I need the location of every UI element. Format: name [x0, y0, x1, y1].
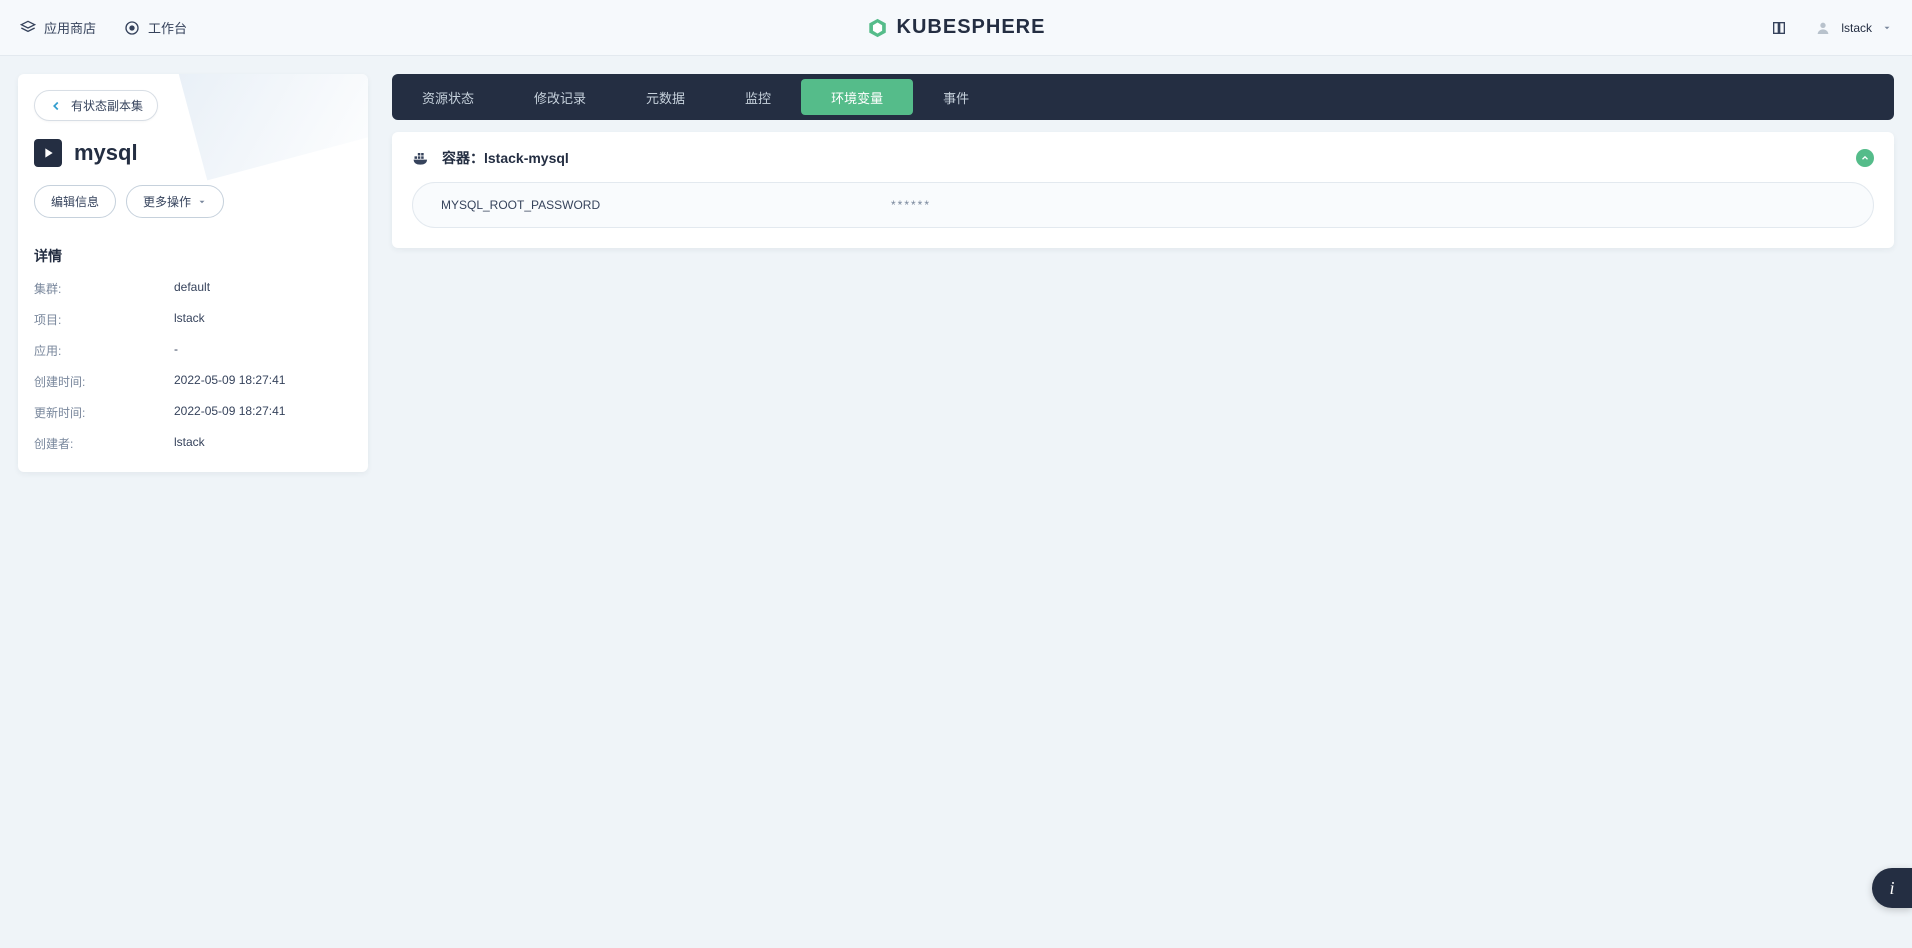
detail-value: default [174, 280, 210, 297]
resource-title: mysql [74, 140, 138, 166]
tab-5[interactable]: 事件 [913, 74, 999, 120]
nav-app-store-label: 应用商店 [44, 18, 96, 37]
detail-key: 更新时间: [34, 404, 174, 421]
app-store-icon [20, 20, 36, 36]
tab-bar: 资源状态修改记录元数据监控环境变量事件 [392, 74, 1894, 120]
content-area: 有状态副本集 mysql 编辑信息 更多操作 详情 集群:default项目:l… [0, 56, 1912, 490]
tab-2[interactable]: 元数据 [616, 74, 715, 120]
env-card-title-prefix: 容器： [442, 150, 484, 166]
detail-key: 集群: [34, 280, 174, 297]
env-key: MYSQL_ROOT_PASSWORD [441, 198, 891, 212]
detail-value: lstack [174, 435, 205, 452]
env-list: MYSQL_ROOT_PASSWORD****** [412, 182, 1874, 228]
collapse-toggle[interactable] [1856, 149, 1874, 167]
workbench-icon [124, 20, 140, 36]
help-fab[interactable]: i [1872, 868, 1912, 908]
env-card: 容器：lstack-mysql MYSQL_ROOT_PASSWORD*****… [392, 132, 1894, 248]
breadcrumb-label: 有状态副本集 [71, 97, 143, 114]
action-row: 编辑信息 更多操作 [34, 185, 352, 218]
detail-row: 创建时间:2022-05-09 18:27:41 [34, 373, 352, 390]
detail-row: 集群:default [34, 280, 352, 297]
chevron-down-icon [1882, 23, 1892, 33]
nav-app-store[interactable]: 应用商店 [20, 18, 96, 37]
header-right: lstack [1771, 20, 1892, 36]
brand-name: KUBESPHERE [897, 16, 1046, 39]
nav-workbench-label: 工作台 [148, 18, 187, 37]
nav-workbench[interactable]: 工作台 [124, 18, 187, 37]
details-list: 集群:default项目:lstack应用:-创建时间:2022-05-09 1… [34, 280, 352, 452]
detail-value: 2022-05-09 18:27:41 [174, 404, 285, 421]
detail-key: 项目: [34, 311, 174, 328]
env-card-container-name: lstack-mysql [484, 150, 569, 166]
edit-info-label: 编辑信息 [51, 193, 99, 210]
detail-value: lstack [174, 311, 205, 328]
env-card-header: 容器：lstack-mysql [412, 148, 1874, 168]
resource-type-icon [34, 139, 62, 167]
more-actions-label: 更多操作 [143, 193, 191, 210]
chevron-up-icon [1860, 153, 1870, 163]
chevron-down-icon [197, 197, 207, 207]
detail-key: 应用: [34, 342, 174, 359]
help-fab-label: i [1889, 878, 1894, 899]
detail-key: 创建者: [34, 435, 174, 452]
detail-row: 创建者:lstack [34, 435, 352, 452]
header-left: 应用商店 工作台 [20, 18, 187, 37]
user-menu[interactable]: lstack [1815, 20, 1892, 36]
tab-1[interactable]: 修改记录 [504, 74, 616, 120]
env-row: MYSQL_ROOT_PASSWORD****** [412, 182, 1874, 228]
env-card-title: 容器：lstack-mysql [442, 148, 569, 168]
username-label: lstack [1841, 21, 1872, 35]
details-heading: 详情 [34, 246, 352, 266]
notification-icon[interactable] [1771, 20, 1787, 36]
detail-row: 项目:lstack [34, 311, 352, 328]
more-actions-button[interactable]: 更多操作 [126, 185, 224, 218]
tab-0[interactable]: 资源状态 [392, 74, 504, 120]
global-header: 应用商店 工作台 KUBESPHERE lstack [0, 0, 1912, 56]
back-arrow-icon [49, 99, 63, 113]
user-avatar-icon [1815, 20, 1831, 36]
detail-value: 2022-05-09 18:27:41 [174, 373, 285, 390]
detail-value: - [174, 342, 178, 359]
resource-title-row: mysql [34, 139, 352, 167]
side-panel: 有状态副本集 mysql 编辑信息 更多操作 详情 集群:default项目:l… [18, 74, 368, 472]
header-brand[interactable]: KUBESPHERE [867, 16, 1046, 39]
env-value: ****** [891, 198, 1845, 212]
breadcrumb-back[interactable]: 有状态副本集 [34, 90, 158, 121]
edit-info-button[interactable]: 编辑信息 [34, 185, 116, 218]
main-panel: 资源状态修改记录元数据监控环境变量事件 容器：lstack-mysql MYSQ… [392, 74, 1894, 248]
tab-4[interactable]: 环境变量 [801, 79, 913, 115]
detail-row: 更新时间:2022-05-09 18:27:41 [34, 404, 352, 421]
tab-3[interactable]: 监控 [715, 74, 801, 120]
detail-row: 应用:- [34, 342, 352, 359]
detail-key: 创建时间: [34, 373, 174, 390]
brand-logo-icon [867, 17, 889, 39]
docker-icon [412, 148, 432, 168]
